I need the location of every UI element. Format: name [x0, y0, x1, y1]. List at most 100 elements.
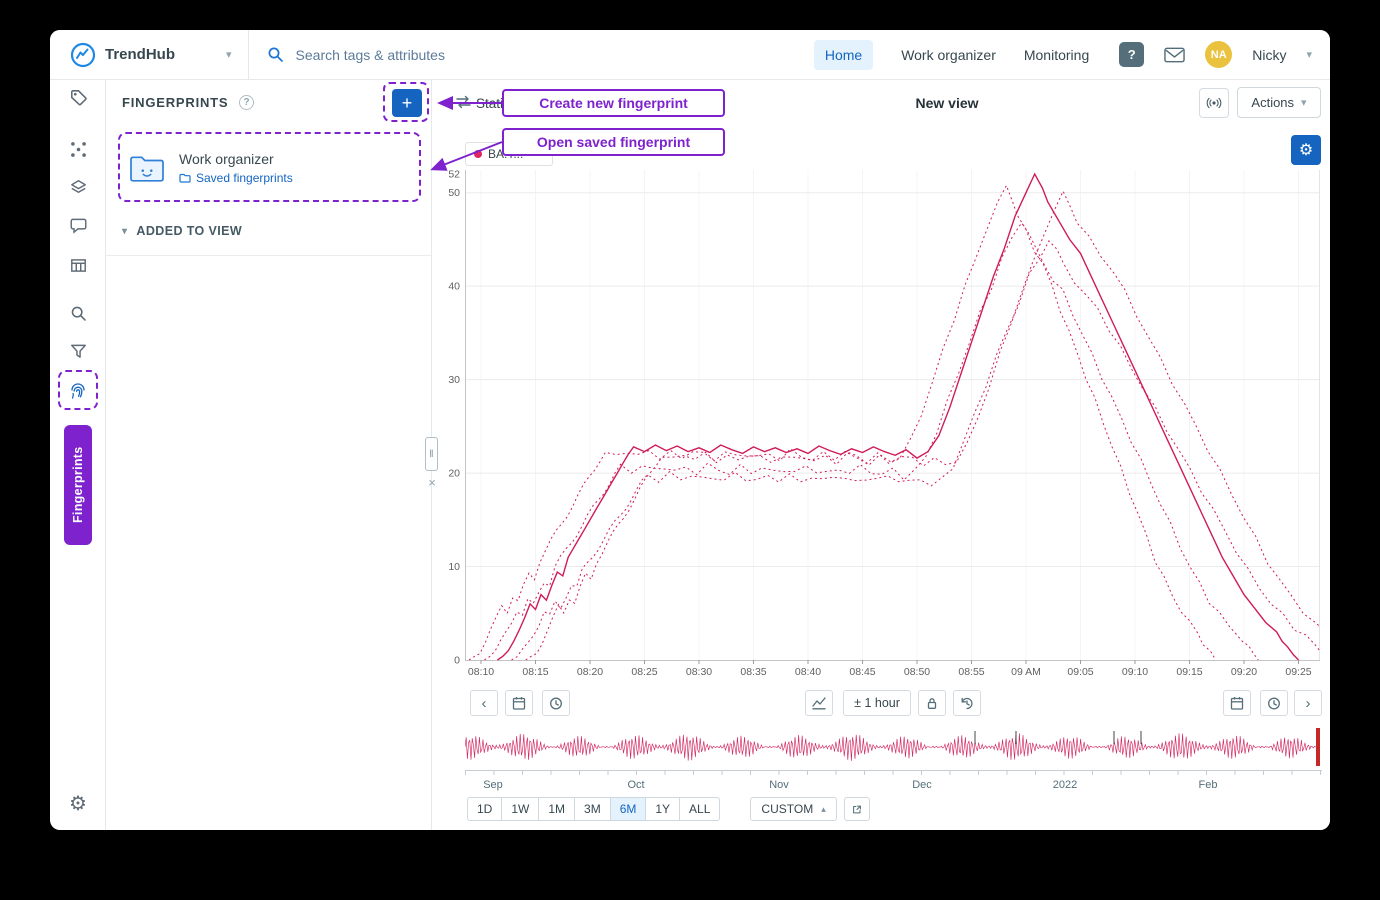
range-button-1w[interactable]: 1W [501, 797, 539, 821]
fingerprint-icon[interactable] [67, 380, 89, 402]
help-icon[interactable]: ? [1119, 42, 1144, 67]
chart-settings-button[interactable]: ⚙ [1291, 135, 1321, 165]
pan-left-button[interactable]: ‹ [470, 690, 498, 716]
nav-monitoring[interactable]: Monitoring [1024, 47, 1089, 63]
dotted-series-line [469, 186, 1216, 661]
small-folder-icon [179, 173, 191, 183]
comment-icon[interactable] [67, 214, 89, 236]
pan-right-button[interactable]: › [1294, 690, 1322, 716]
context-now-indicator[interactable] [1316, 728, 1320, 766]
timeline-month-label: Nov [769, 779, 789, 791]
x-tick-label: 08:40 [795, 666, 821, 678]
panel-help-icon[interactable]: ? [239, 95, 254, 110]
panel-title: FINGERPRINTS [122, 95, 228, 110]
swap-icon[interactable] [455, 95, 472, 109]
end-clock-button[interactable] [1260, 690, 1288, 716]
gear-icon[interactable]: ⚙ [67, 792, 89, 814]
brand: TrendHub ▾ [70, 42, 232, 68]
actions-caret-icon: ▾ [1301, 96, 1307, 109]
range-button-1d[interactable]: 1D [467, 797, 502, 821]
panel-divider [106, 255, 431, 256]
range-button-1m[interactable]: 1M [538, 797, 575, 821]
series-color-dot [474, 150, 482, 158]
x-tick-label: 08:15 [522, 666, 548, 678]
user-name[interactable]: Nicky [1252, 47, 1286, 63]
range-button-3m[interactable]: 3M [574, 797, 611, 821]
context-waveform [465, 733, 1319, 761]
custom-label: CUSTOM [761, 802, 813, 816]
timeline-month-label: Oct [627, 779, 644, 791]
sidebar-search-icon[interactable] [67, 302, 89, 324]
added-to-view-section[interactable]: ▾ ADDED TO VIEW [122, 224, 242, 238]
saved-fingerprint-item[interactable]: Work organizer Saved fingerprints [128, 142, 414, 194]
x-tick-label: 08:30 [686, 666, 712, 678]
user-caret-icon[interactable]: ▾ [1306, 48, 1312, 61]
fingerprint-item-title: Work organizer [179, 151, 293, 167]
range-button-1y[interactable]: 1Y [645, 797, 680, 821]
timeline-month-label: Feb [1199, 779, 1218, 791]
create-fingerprint-button[interactable]: + [392, 89, 422, 117]
y-tick-label: 50 [448, 187, 460, 199]
x-tick-label: 08:25 [631, 666, 657, 678]
x-tick-label: 08:55 [958, 666, 984, 678]
x-tick-label: 08:50 [904, 666, 930, 678]
search-bar [267, 46, 724, 64]
end-calendar-button[interactable] [1223, 690, 1251, 716]
nav-work-organizer[interactable]: Work organizer [901, 47, 996, 63]
tag-icon[interactable] [67, 86, 89, 108]
app-window: TrendHub ▾ Home Work organizer Monitorin… [50, 30, 1330, 830]
start-clock-button[interactable] [542, 690, 570, 716]
range-button-6m[interactable]: 6M [610, 797, 647, 821]
mail-icon[interactable] [1164, 47, 1185, 63]
y-axis-close-icon[interactable]: × [426, 476, 438, 490]
compare-trend-button[interactable] [805, 690, 833, 716]
actions-button[interactable]: Actions ▾ [1237, 87, 1321, 118]
lock-button[interactable] [918, 690, 946, 716]
series-name: BA:T... [488, 147, 523, 161]
funnel-icon[interactable] [67, 340, 89, 362]
brand-caret-icon[interactable]: ▾ [226, 48, 232, 61]
shift-one-hour-button[interactable]: ± 1 hour [843, 690, 911, 716]
live-icon [1206, 94, 1222, 112]
search-input[interactable] [294, 46, 724, 64]
time-navigation-toolbar: ‹ ± 1 hour [432, 690, 1328, 716]
x-tick-label: 09:25 [1285, 666, 1311, 678]
top-navigation: Home Work organizer Monitoring [814, 40, 1089, 70]
y-tick-label: 40 [448, 281, 460, 293]
start-calendar-button[interactable] [505, 690, 533, 716]
range-button-all[interactable]: ALL [679, 797, 720, 821]
saved-fingerprints-link[interactable]: Saved fingerprints [179, 171, 293, 185]
view-tab-label: Statistics [476, 96, 530, 111]
y-tick-label: 30 [448, 374, 460, 386]
open-range-panel-button[interactable] [844, 797, 870, 821]
fingerprints-tab[interactable]: Fingerprints [64, 425, 92, 545]
layers-icon[interactable] [67, 176, 89, 198]
added-to-view-label: ADDED TO VIEW [136, 224, 242, 238]
trend-chart[interactable]: 08:1008:1508:2008:2508:3008:3508:4008:45… [445, 170, 1322, 678]
timeline-month-label: 2022 [1053, 779, 1077, 791]
nav-home[interactable]: Home [814, 40, 873, 70]
x-tick-label: 08:20 [577, 666, 603, 678]
live-mode-button[interactable] [1199, 88, 1229, 118]
x-tick-label: 09:10 [1122, 666, 1148, 678]
y-tick-label: 20 [448, 468, 460, 480]
history-button[interactable] [953, 690, 981, 716]
time-range-selector: 1D1W1M3M6M1YALL CUSTOM ▴ [467, 797, 870, 821]
fingerprints-panel: FINGERPRINTS ? + Work organizer Saved fi… [106, 80, 432, 830]
context-strip[interactable] [465, 728, 1322, 766]
x-tick-label: 09 AM [1011, 666, 1041, 678]
custom-range-button[interactable]: CUSTOM ▴ [750, 797, 836, 821]
scatter-icon[interactable] [67, 138, 89, 160]
x-tick-label: 09:05 [1067, 666, 1093, 678]
x-tick-label: 08:10 [468, 666, 494, 678]
brand-name: TrendHub [105, 46, 175, 63]
avatar[interactable]: NA [1205, 41, 1232, 68]
table-icon[interactable] [67, 254, 89, 276]
legend-chip[interactable]: BA:T... [465, 142, 553, 166]
y-axis-scale-handle[interactable]: ‖ [425, 437, 438, 471]
saved-fingerprints-label: Saved fingerprints [196, 171, 293, 185]
context-timeline: SepOctNovDec2022Feb [465, 770, 1322, 796]
topbar-divider [248, 30, 249, 79]
search-icon [267, 46, 284, 63]
view-title: New view [915, 95, 978, 111]
